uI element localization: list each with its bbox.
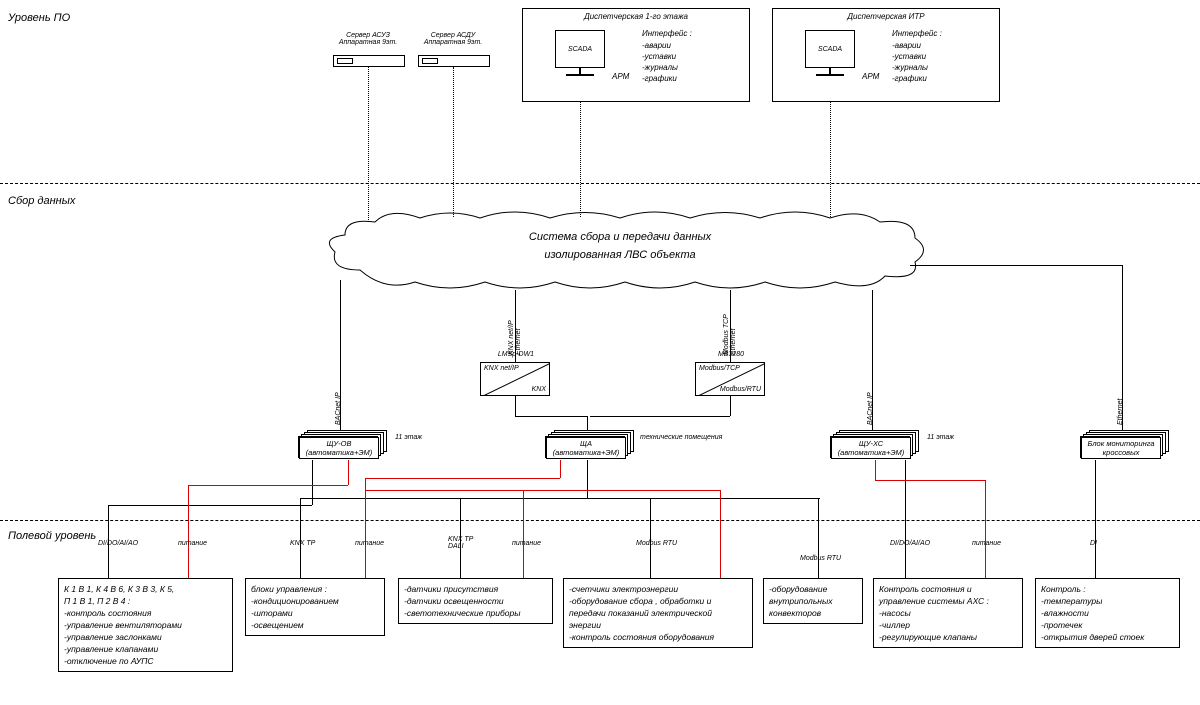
lbl-dio-b6: DI/DO/AI/AO [890,540,930,547]
r-xc-h [875,480,985,481]
if1-title: Интерфейс : [642,28,692,39]
arm-2: SCADA [805,30,855,76]
r-sha-h2 [365,490,720,491]
scada-2: SCADA [805,30,855,68]
lbl-knxdali-b3: KNX TP DALI [448,536,473,550]
converter-mb: MB3280 Modbus/TCP Modbus/RTU [695,362,765,396]
cab-ov: ЩУ-ОВ(автоматика+ЭМ) [298,430,378,458]
conv-mb-bot: Modbus/RTU [720,386,761,393]
r-ov-h [188,485,348,486]
lbl-bacnet-ov: BACnet IP [335,392,342,425]
arm-2-label: АРМ [862,72,879,81]
field-b6: Контроль состояния и управление системы … [873,578,1023,648]
l-mb-h [590,416,730,417]
cab-sha: ЩА(автоматика+ЭМ) [545,430,625,458]
field-b7: Контроль : -температуры -влажности -прот… [1035,578,1180,648]
lbl-eth-mon: Ethernet [1117,399,1124,425]
l-sha-b5 [818,498,819,578]
r-xc-b6 [985,480,986,578]
lbl-pwr-b6: питание [972,540,1001,547]
if1-items: -аварии -уставки -журналы -графики [642,40,678,84]
l-mon-b7 [1095,460,1096,578]
dispatch-1-title: Диспетчерская 1-го этажа [523,12,749,21]
lbl-knxip: KNX net/IP Ethernet [508,320,522,355]
l-sha-d [587,460,588,498]
server1-label: Сервер АСУЗ Аппаратная 9эт. [328,32,408,46]
l-xc-b6 [905,460,906,578]
field-b1: К 1 В 1, К 4 В 6, К 3 В 3, К 5, П 1 В 1,… [58,578,233,672]
arm-1: SCADA [555,30,605,76]
cab-sha-floor: технические помещения [640,434,722,441]
conv-knx-bot: KNX [532,386,546,393]
r-sha-h1 [365,478,560,479]
lbl-pwr-b3: питание [512,540,541,547]
level-data: Сбор данных [8,195,75,207]
field-b5: -оборудование внутрипольных конвекторов [763,578,863,624]
l-mb-d [730,396,731,416]
if2-title: Интерфейс : [892,28,942,39]
scada-1: SCADA [555,30,605,68]
divider-1 [0,183,1200,184]
r-xc-d [875,460,876,480]
lbl-di-b7: DI [1090,540,1097,547]
l-knx-d [515,396,516,416]
dispatch-2-title: Диспетчерская ИТР [773,12,999,21]
l-knx-v2 [587,416,588,430]
line-arm2 [830,102,831,217]
lbl-mbrtu-b4: Modbus RTU [636,540,677,547]
level-software: Уровень ПО [8,12,70,24]
lbl-bacnet-xc: BACnet IP [867,392,874,425]
arm-1-label: АРМ [612,72,629,81]
l-knx-h [515,416,587,417]
divider-2 [0,520,1200,521]
cab-mon: Блок мониторингакроссовых [1080,430,1160,458]
conv-mb-top: Modbus/TCP [699,365,740,372]
r-sha-d [560,460,561,478]
r-sha-b2 [365,478,366,578]
lbl-mbtcp: Modbus TCP Ethernet [723,314,737,355]
level-field: Полевой уровень [8,530,96,542]
l-sha-b4 [650,498,651,578]
line-srv1 [368,67,369,222]
cab-xc: ЩУ-ХС(автоматика+ЭМ) [830,430,910,458]
l-sha-b2 [300,498,301,578]
r-sha-b3 [523,490,524,578]
cloud-line2: изолированная ЛВС объекта [470,250,770,261]
cab-ov-floor: 11 этаж [395,434,422,441]
lbl-mbrtu-b5: Modbus RTU [800,555,841,562]
line-srv2 [453,67,454,217]
field-b4: -счетчики электроэнергии -оборудование с… [563,578,753,648]
lbl-knxtp-b2: KNX TP [290,540,315,547]
r-ov-d [348,460,349,485]
field-b2: блоки управления : -кондиционированием -… [245,578,385,636]
l-sha-h [300,498,820,499]
server-asdu [418,55,490,67]
server-asuz [333,55,405,67]
l-ov-h [108,505,312,506]
lbl-pwr-b1: питание [178,540,207,547]
r-ov-b1 [188,485,189,578]
cab-xc-floor: 11 этаж [927,434,954,441]
lbl-dio-b1: DI/DO/AI/AO [98,540,138,547]
lbl-pwr-b2: питание [355,540,384,547]
line-eth-h [910,265,1123,266]
converter-knx: LMSp-DW1 KNX net/IP KNX [480,362,550,396]
conv-knx-top: KNX net/IP [484,365,519,372]
field-b3: -датчики присутствия -датчики освещеннос… [398,578,553,624]
line-arm1 [580,102,581,217]
server2-label: Сервер АСДУ Аппаратная 9эт. [413,32,493,46]
cloud-line1: Система сбора и передачи данных [470,232,770,243]
r-sha-b4 [720,490,721,578]
if2-items: -аварии -уставки -журналы -графики [892,40,928,84]
